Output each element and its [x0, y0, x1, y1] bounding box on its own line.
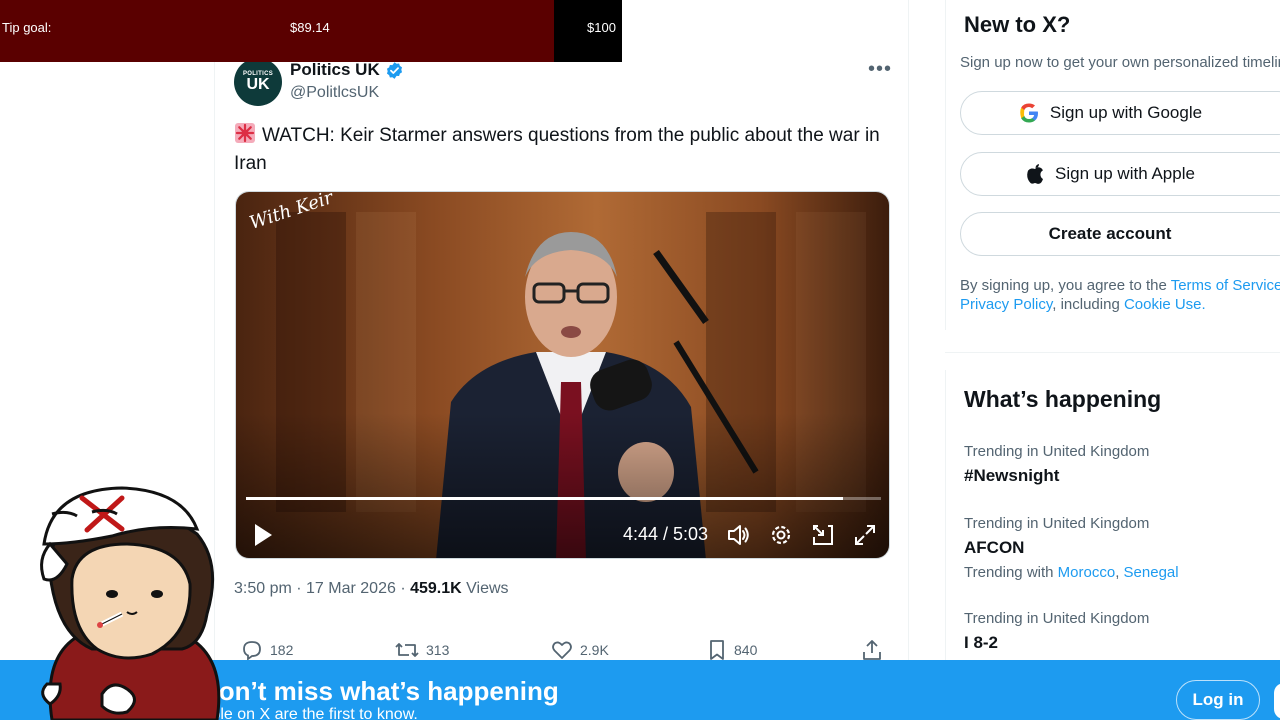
- author-name[interactable]: Politics UK: [290, 60, 380, 80]
- trend-caption: Trending in United Kingdom: [964, 443, 1150, 460]
- trend-topic[interactable]: #Newsnight: [964, 466, 1059, 486]
- views-label: Views: [461, 580, 509, 597]
- avatar-text-big: UK: [246, 76, 270, 93]
- sidebar-divider: [945, 352, 1280, 353]
- play-icon[interactable]: [252, 522, 274, 548]
- repost-count: 313: [426, 642, 450, 658]
- video-player[interactable]: With Keir 4:44 / 5:03: [235, 191, 890, 559]
- picture-in-picture-icon[interactable]: [810, 522, 836, 548]
- siren-emoji-icon: [235, 123, 255, 143]
- signup-google-label: Sign up with Google: [1049, 103, 1203, 122]
- signup-button-edge[interactable]: [1274, 683, 1280, 719]
- tip-goal-amount: $89.14: [290, 20, 330, 35]
- new-to-x-subtitle: Sign up now to get your own personalized…: [960, 54, 1280, 71]
- verified-badge-icon: [386, 62, 403, 79]
- trend-with-label: Trending with: [964, 564, 1058, 581]
- more-options-icon[interactable]: •••: [868, 58, 892, 81]
- create-account-label: Create account: [1048, 224, 1172, 243]
- whats-happening-title: What’s happening: [964, 386, 1162, 412]
- views-count: 459.1K: [410, 580, 462, 597]
- terms-of-service-link[interactable]: Terms of Service: [1171, 277, 1280, 294]
- share-button[interactable]: [860, 638, 884, 662]
- trend-with-link-senegal[interactable]: Senegal: [1124, 564, 1179, 581]
- video-progress-bar[interactable]: [246, 497, 881, 500]
- trend-caption: Trending in United Kingdom: [964, 610, 1150, 627]
- signup-apple-label: Sign up with Apple: [1055, 164, 1195, 183]
- banner-title: Don’t miss what’s happening: [200, 676, 559, 706]
- signup-google-button[interactable]: Sign up with Google: [960, 91, 1280, 135]
- google-icon: [1020, 103, 1038, 123]
- signup-terms: By signing up, you agree to the Terms of…: [960, 276, 1280, 314]
- tip-goal-fill: [0, 0, 555, 62]
- page: POLITICS UK Politics UK @PolitlcsUK ••• …: [0, 0, 1280, 720]
- trend-caption: Trending in United Kingdom: [964, 515, 1150, 532]
- video-progress-fill: [246, 497, 843, 500]
- signup-card-border: [945, 0, 946, 330]
- tweet-text-content: WATCH: Keir Starmer answers questions fr…: [234, 125, 880, 174]
- streamer-mascot-overlay: [40, 486, 221, 720]
- tip-goal-bar: Tip goal: $89.14 $100: [0, 0, 622, 62]
- like-button[interactable]: 2.9K: [550, 638, 609, 662]
- fullscreen-icon[interactable]: [852, 522, 878, 548]
- settings-gear-icon[interactable]: [768, 522, 794, 548]
- bookmark-button[interactable]: 840: [706, 638, 757, 662]
- tweet-timestamp[interactable]: 3:50 pm · 17 Mar 2026 ·: [234, 580, 410, 597]
- privacy-policy-link[interactable]: Privacy Policy: [960, 296, 1052, 313]
- trends-card-border: [945, 370, 946, 670]
- tweet-actions: 182 313 2.9K 840: [240, 638, 890, 662]
- trend-topic[interactable]: AFCON: [964, 538, 1024, 558]
- trend-with-separator: ,: [1115, 564, 1124, 581]
- terms-prefix: By signing up, you agree to the: [960, 277, 1171, 294]
- apple-icon: [1027, 164, 1044, 184]
- reply-icon: [243, 641, 261, 661]
- repost-icon: [395, 643, 419, 657]
- new-to-x-title: New to X?: [964, 12, 1071, 37]
- author-handle[interactable]: @PolitlcsUK: [290, 84, 379, 102]
- cookie-use-link[interactable]: Cookie Use.: [1124, 296, 1206, 313]
- signup-apple-button[interactable]: Sign up with Apple: [960, 152, 1280, 196]
- author-avatar[interactable]: POLITICS UK: [234, 58, 282, 106]
- terms-including: , including: [1052, 296, 1124, 313]
- tip-goal-label: Tip goal:: [2, 20, 52, 35]
- share-icon: [863, 640, 881, 660]
- volume-icon[interactable]: [726, 522, 752, 548]
- video-time: 4:44 / 5:03: [623, 524, 709, 544]
- column-divider-right: [908, 0, 909, 720]
- repost-button[interactable]: 313: [394, 638, 449, 662]
- video-frame: [236, 192, 889, 558]
- like-count: 2.9K: [580, 642, 609, 658]
- heart-icon: [552, 641, 572, 659]
- reply-button[interactable]: 182: [240, 638, 293, 662]
- tweet-text: WATCH: Keir Starmer answers questions fr…: [234, 122, 884, 178]
- trend-with-link-morocco[interactable]: Morocco: [1058, 564, 1116, 581]
- reply-count: 182: [270, 642, 294, 658]
- trend-topic[interactable]: I 8-2: [964, 633, 998, 653]
- tweet-meta: 3:50 pm · 17 Mar 2026 · 459.1K Views: [234, 580, 509, 598]
- trend-with: Trending with Morocco, Senegal: [964, 564, 1179, 581]
- create-account-button[interactable]: Create account: [960, 212, 1280, 256]
- login-button[interactable]: Log in: [1176, 680, 1260, 720]
- bookmark-icon: [710, 640, 724, 660]
- bookmark-count: 840: [734, 642, 758, 658]
- tip-goal-target: $100: [587, 20, 616, 35]
